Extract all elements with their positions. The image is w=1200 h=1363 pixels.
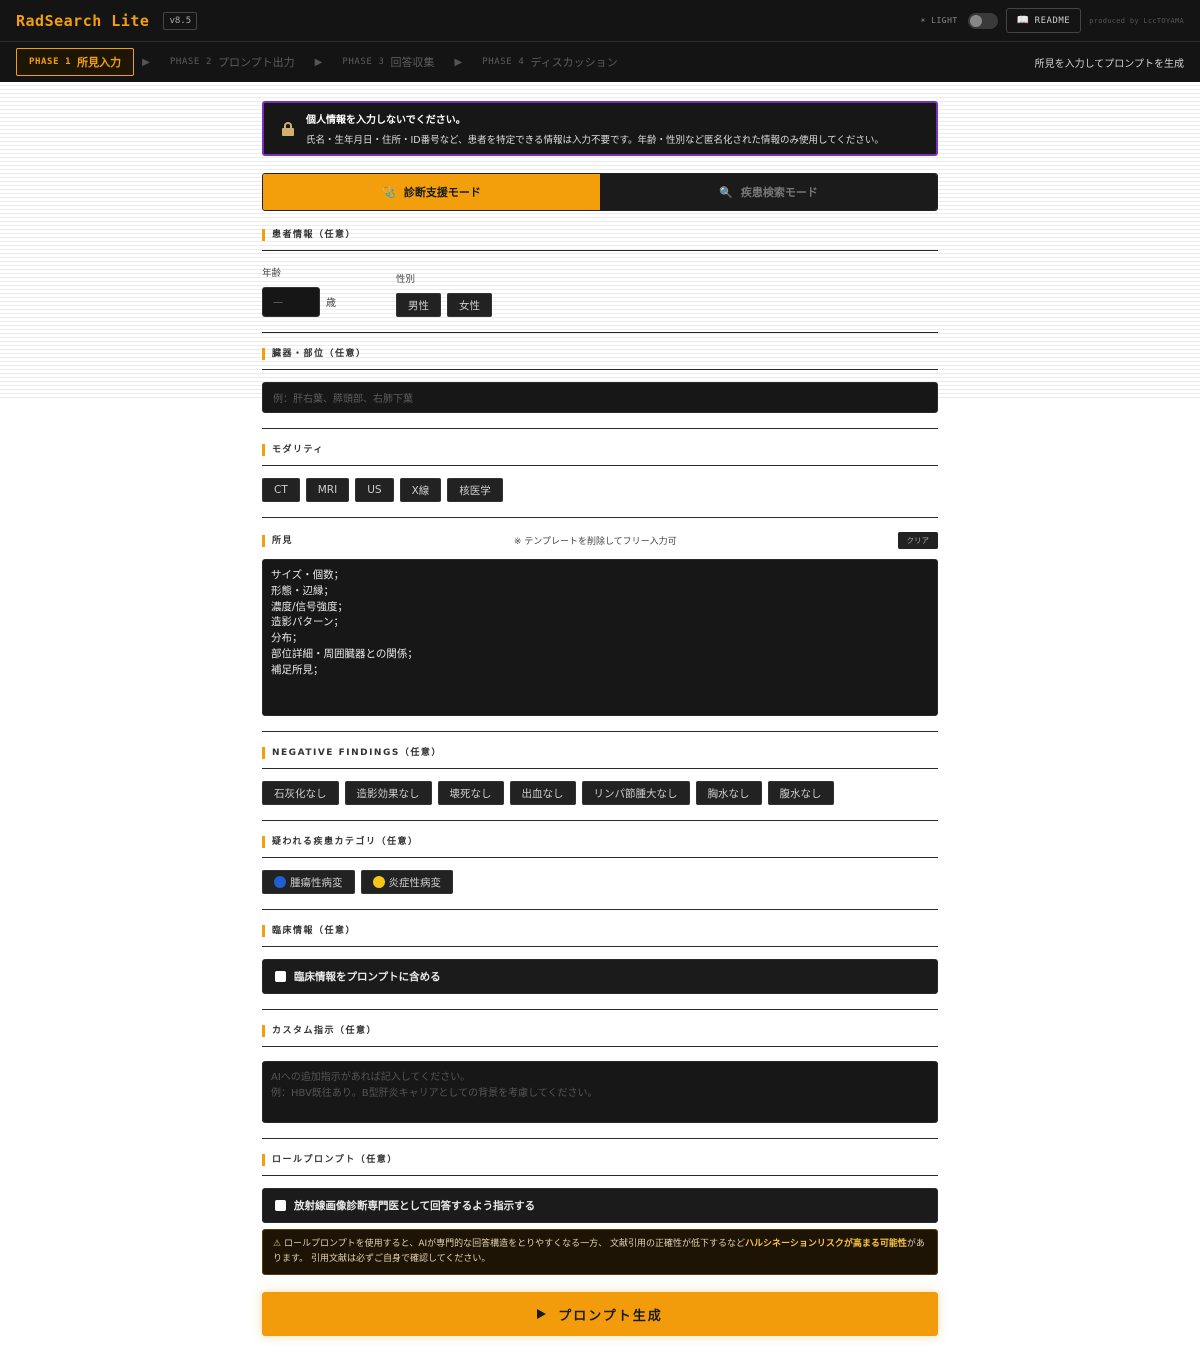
readme-label: README [1034,15,1071,26]
clinical-checkbox[interactable] [275,971,286,982]
section-title: 患者情報（任意） [262,229,356,241]
section-title: 疑われる疾患カテゴリ（任意） [262,836,419,848]
category-section: 疑われる疾患カテゴリ（任意） 腫瘍性病変 炎症性病変 [262,835,938,910]
theme-switch[interactable] [967,12,998,29]
section-title: 臓器・部位（任意） [262,348,367,360]
warning-icon: ⚠ [273,1239,282,1249]
notice-title: 個人情報を入力しないでください。 [306,115,466,126]
modality-section: モダリティ CT MRI US X線 核医学 [262,443,938,518]
age-label: 年齢 [262,268,282,279]
negative-necrosis-button[interactable]: 壊死なし [437,781,504,805]
blue-circle-icon [274,876,286,888]
phase-label: 回答収集 [390,56,435,69]
theme-label: ☀ LIGHT [920,16,958,25]
section-title: ロールプロンプト（任意） [262,1154,398,1166]
warning-text-bold: ハルシネーションリスクが高まる可能性 [745,1239,907,1249]
mode-label: 疾患検索モード [740,186,818,199]
age-unit: 歳 [326,298,336,309]
generate-label: プロンプト生成 [558,1308,663,1324]
role-warning: ⚠ ロールプロンプトを使用すると、AIが専門的な回答構造をとりやすくなる一方、 … [262,1229,938,1275]
readme-button[interactable]: 📖 README [1005,8,1082,33]
clear-button[interactable]: クリア [897,532,938,549]
top-bar: RadSearch Lite v8.5 ☀ LIGHT 📖 README pro… [0,0,1200,42]
category-label: 炎症性病変 [388,876,442,889]
modality-ct-button[interactable]: CT [262,478,300,502]
disease-search-mode-tab[interactable]: 🔍 疾患検索モード [600,174,937,210]
version-badge: v8.5 [163,11,198,30]
modality-mri-button[interactable]: MRI [305,478,350,502]
category-inflammation-button[interactable]: 炎症性病変 [360,870,453,894]
arrow-icon: ▶ [142,56,150,68]
phase-bar: PHASE 1 所見入力 ▶ PHASE 2 プロンプト出力 ▶ PHASE 3… [0,42,1200,82]
theme-toggle[interactable]: ☀ LIGHT [920,12,998,29]
phase-4-tab[interactable]: PHASE 4 ディスカッション [470,49,629,75]
findings-textarea[interactable]: サイズ・個数； 形態・辺縁； 濃度/信号強度； 造影パターン； 分布； 部位詳細… [262,559,938,716]
findings-hint: ※ テンプレートを削除してフリー入力可 [513,537,677,547]
magnifier-icon: 🔍 [719,185,733,199]
patient-section: 患者情報（任意） 年齢 — 歳 性別 男性 女性 [262,228,938,333]
mode-label: 診断支援モード [403,186,481,199]
category-label: 腫瘍性病変 [290,876,343,889]
sex-label: 性別 [396,274,416,285]
section-title: 臨床情報（任意） [262,925,356,937]
negative-enhancement-button[interactable]: 造影効果なし [344,781,432,805]
lock-icon [282,121,294,136]
negative-lymphadenopathy-button[interactable]: リンパ節腫大なし [581,781,690,805]
checkbox-label: 臨床情報をプロンプトに含める [294,971,441,983]
sex-male-button[interactable]: 男性 [396,293,441,317]
phase-number: PHASE 1 [29,57,72,67]
diagnosis-support-mode-tab[interactable]: 🩺 診断支援モード [263,174,600,210]
yellow-circle-icon [372,876,385,888]
clinical-section: 臨床情報（任意） 臨床情報をプロンプトに含める [262,924,938,1010]
credit-text: produced by LccTOYAMA [1089,16,1184,25]
book-icon: 📖 [1016,15,1030,26]
phase-label: プロンプト出力 [217,56,295,69]
findings-section: 所見 ※ テンプレートを削除してフリー入力可 クリア サイズ・個数； 形態・辺縁… [262,532,938,732]
main-form: 個人情報を入力しないでください。 氏名・生年月日・住所・ID番号など、患者を特定… [262,101,938,1336]
sex-female-button[interactable]: 女性 [447,293,492,317]
phase-hint: 所見を入力してプロンプトを生成 [1034,58,1184,70]
section-title: NEGATIVE FINDINGS（任意） [262,747,442,759]
section-title: カスタム指示（任意） [262,1025,377,1037]
negative-hemorrhage-button[interactable]: 出血なし [509,781,576,805]
organ-section: 臓器・部位（任意） 例：肝右葉、膵頭部、右肺下葉 [262,347,938,429]
phase-number: PHASE 3 [342,57,385,67]
clinical-checkbox-row[interactable]: 臨床情報をプロンプトに含める [262,959,938,994]
modality-xray-button[interactable]: X線 [399,478,442,502]
checkbox-label: 放射線画像診断専門医として回答するよう指示する [294,1200,536,1212]
custom-instruction-textarea[interactable]: AIへの追加指示があれば記入してください。 例：HBV既往あり。B型肝炎キャリア… [262,1061,938,1123]
stethoscope-icon: 🩺 [382,185,396,199]
negative-calcification-button[interactable]: 石灰化なし [262,781,339,805]
privacy-notice: 個人情報を入力しないでください。 氏名・生年月日・住所・ID番号など、患者を特定… [262,101,938,156]
phase-2-tab[interactable]: PHASE 2 プロンプト出力 [158,49,307,75]
role-checkbox[interactable] [275,1200,286,1211]
negative-findings-section: NEGATIVE FINDINGS（任意） 石灰化なし 造影効果なし 壊死なし … [262,746,938,821]
negative-pleural-effusion-button[interactable]: 胸水なし [695,781,762,805]
phase-label: 所見入力 [77,56,122,69]
phase-1-tab[interactable]: PHASE 1 所見入力 [16,48,135,76]
mode-tabs: 🩺 診断支援モード 🔍 疾患検索モード [262,173,938,211]
organ-input[interactable]: 例：肝右葉、膵頭部、右肺下葉 [262,382,938,413]
play-icon [537,1309,547,1319]
role-checkbox-row[interactable]: 放射線画像診断専門医として回答するよう指示する [262,1188,938,1223]
section-title: 所見 [262,534,293,547]
generate-prompt-button[interactable]: プロンプト生成 [262,1292,938,1336]
negative-ascites-button[interactable]: 腹水なし [767,781,834,805]
custom-instruction-section: カスタム指示（任意） AIへの追加指示があれば記入してください。 例：HBV既往… [262,1024,938,1139]
phase-number: PHASE 4 [482,57,525,67]
app-title: RadSearch Lite [16,11,150,30]
modality-nuclear-button[interactable]: 核医学 [447,478,503,502]
category-tumor-button[interactable]: 腫瘍性病変 [262,870,355,894]
phase-number: PHASE 2 [169,57,212,67]
phase-3-tab[interactable]: PHASE 3 回答収集 [330,49,446,75]
warning-text-pre: ロールプロンプトを使用すると、AIが専門的な回答構造をとりやすくなる一方、 文献… [283,1239,745,1249]
notice-body: 氏名・生年月日・住所・ID番号など、患者を特定できる情報は入力不要です。年齢・性… [306,135,884,146]
age-input[interactable]: — [262,287,320,317]
modality-us-button[interactable]: US [355,478,394,502]
arrow-icon: ▶ [454,56,463,68]
section-title: モダリティ [262,444,324,456]
role-prompt-section: ロールプロンプト（任意） 放射線画像診断専門医として回答するよう指示する ⚠ ロ… [262,1153,938,1275]
phase-label: ディスカッション [530,56,618,69]
arrow-icon: ▶ [314,56,323,68]
